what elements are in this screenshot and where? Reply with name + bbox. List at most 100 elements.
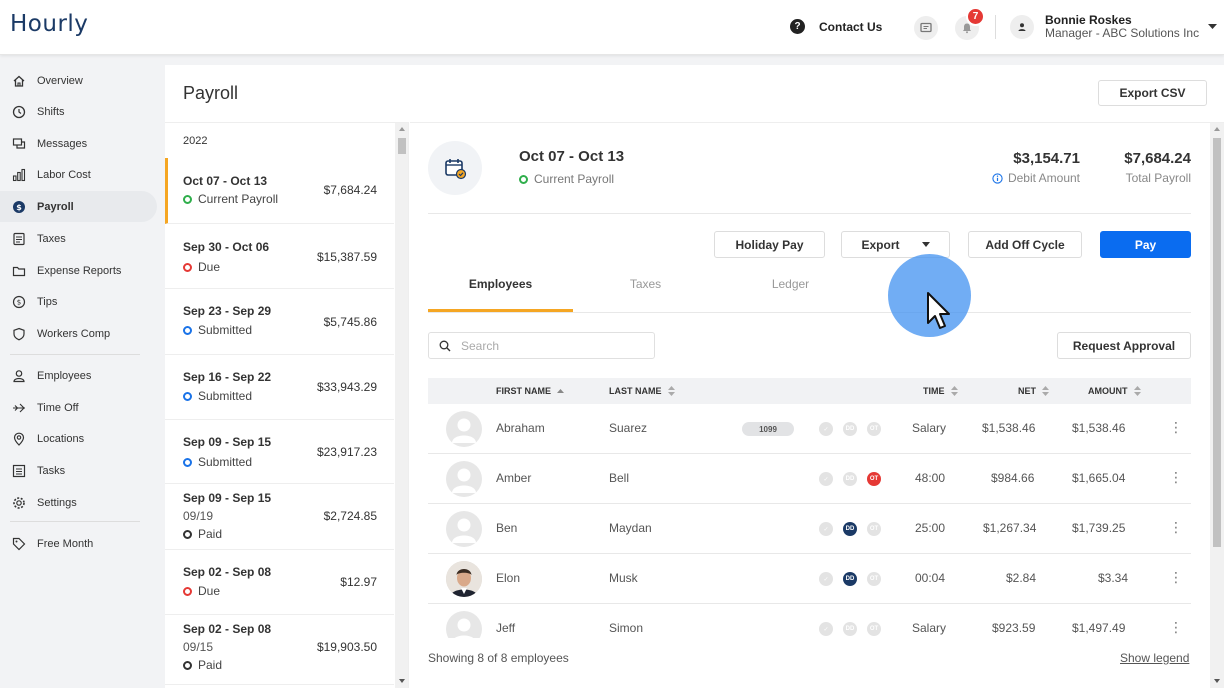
status-dot-icon <box>183 325 192 335</box>
ot-badge-icon: OT <box>867 522 881 536</box>
detail-scroll-thumb[interactable] <box>1213 138 1221 547</box>
pay-period-item[interactable]: Sep 09 - Sep 15 09/19 Paid $2,724.85 <box>165 484 394 550</box>
pay-period-item[interactable]: Sep 02 - Sep 08 Due $12.97 <box>165 550 394 615</box>
table-row[interactable]: Ben Maydan ✓ DD OT 25:00 $1,267.34 $1,73… <box>428 504 1191 554</box>
row-more-icon[interactable]: ⋮ <box>1169 420 1183 434</box>
sidebar-item-payroll[interactable]: $ Payroll <box>0 191 157 222</box>
show-legend-link[interactable]: Show legend <box>1120 651 1189 665</box>
ot-badge-icon: OT <box>867 472 881 486</box>
amount-cell: $1,538.46 <box>1072 421 1126 435</box>
check-badge-icon: ✓ <box>819 572 833 586</box>
pay-period-item[interactable]: Sep 30 - Oct 06 Due $15,387.59 <box>165 224 394 289</box>
row-more-icon[interactable]: ⋮ <box>1169 570 1183 584</box>
pay-period-item[interactable]: Sep 16 - Sep 22 Submitted $33,943.29 <box>165 355 394 420</box>
messages-icon[interactable] <box>914 16 938 40</box>
add-off-cycle-button[interactable]: Add Off Cycle <box>968 231 1082 258</box>
total-payroll-label: Total Payroll <box>1125 171 1191 185</box>
tabs-divider <box>428 312 1191 313</box>
status-dot-icon <box>183 660 192 670</box>
detail-scrollbar[interactable] <box>1210 123 1224 688</box>
total-payroll-amount: $7,684.24 <box>1124 150 1191 167</box>
table-row[interactable]: Elon Musk ✓ DD OT 00:04 $2.84 $3.34 ⋮ <box>428 554 1191 604</box>
row-more-icon[interactable]: ⋮ <box>1169 470 1183 484</box>
amount-cell: $1,665.04 <box>1072 471 1126 485</box>
sidebar-item-label: Payroll <box>37 200 74 213</box>
tab-ledger[interactable]: Ledger <box>718 277 863 291</box>
amount-cell: $1,739.25 <box>1072 521 1126 535</box>
table-row[interactable]: Jeff Simon ✓ DD OT Salary $923.59 $1,497… <box>428 604 1191 638</box>
shield-icon <box>11 326 27 342</box>
sidebar-item-time-off[interactable]: Time Off <box>0 392 157 423</box>
request-approval-button[interactable]: Request Approval <box>1057 332 1191 359</box>
period-amount: $33,943.29 <box>316 380 377 394</box>
scroll-down-icon[interactable] <box>399 679 405 683</box>
scroll-up-icon[interactable] <box>1214 127 1220 131</box>
period-status: Paid <box>183 527 222 541</box>
scroll-down-icon[interactable] <box>1214 679 1220 683</box>
sidebar-item-label: Labor Cost <box>37 168 91 181</box>
user-menu[interactable]: Bonnie Roskes Manager - ABC Solutions In… <box>1010 14 1199 40</box>
sidebar-item-employees[interactable]: Employees <box>0 360 157 391</box>
period-range: Sep 02 - Sep 08 <box>183 565 272 579</box>
period-range: Sep 09 - Sep 15 <box>183 491 272 505</box>
column-amount[interactable]: AMOUNT <box>1088 386 1141 396</box>
export-csv-button[interactable]: Export CSV <box>1098 80 1207 106</box>
sidebar-item-tasks[interactable]: Tasks <box>0 455 157 486</box>
amount-cell: $3.34 <box>1098 571 1129 585</box>
column-last-name[interactable]: LAST NAME <box>609 386 675 396</box>
table-row[interactable]: Amber Bell ✓ DD OT 48:00 $984.66 $1,665.… <box>428 454 1191 504</box>
holiday-pay-button[interactable]: Holiday Pay <box>714 231 825 258</box>
sidebar-item-free-month[interactable]: Free Month <box>0 528 157 559</box>
person-icon <box>11 368 27 384</box>
column-first-name[interactable]: FIRST NAME <box>496 386 564 396</box>
pay-period-item[interactable]: Oct 07 - Oct 13 Current Payroll $7,684.2… <box>165 158 394 224</box>
sidebar-item-label: Expense Reports <box>37 264 122 277</box>
sidebar-item-label: Shifts <box>37 105 65 118</box>
row-more-icon[interactable]: ⋮ <box>1169 620 1183 634</box>
status-dot-icon <box>183 194 192 204</box>
sidebar-item-settings[interactable]: Settings <box>0 487 157 518</box>
sidebar-item-workers-comp[interactable]: Workers Comp <box>0 318 157 349</box>
sidebar-item-taxes[interactable]: Taxes <box>0 223 157 254</box>
chevron-down-icon[interactable] <box>1208 24 1217 30</box>
column-time[interactable]: TIME <box>923 386 958 396</box>
sidebar-item-expense-reports[interactable]: Expense Reports <box>0 255 157 286</box>
pay-period-item[interactable]: Sep 09 - Sep 15 Submitted $23,917.23 <box>165 420 394 484</box>
list-icon <box>11 463 27 479</box>
sidebar-divider <box>10 354 140 355</box>
contractor-1099-badge: 1099 <box>742 422 794 436</box>
sidebar-item-labor-cost[interactable]: Labor Cost <box>0 159 157 190</box>
payroll-detail: Oct 07 - Oct 13 Current Payroll $3,154.7… <box>410 122 1224 688</box>
row-more-icon[interactable]: ⋮ <box>1169 520 1183 534</box>
pay-period-item[interactable]: Sep 02 - Sep 08 09/15 Paid $19,903.50 <box>165 615 394 685</box>
sidebar-item-shifts[interactable]: Shifts <box>0 96 157 127</box>
period-status: Submitted <box>183 323 252 337</box>
employee-search[interactable] <box>428 332 655 359</box>
check-badge-icon: ✓ <box>819 622 833 636</box>
sidebar-item-label: Tasks <box>37 464 66 477</box>
tab-employees[interactable]: Employees <box>428 277 573 291</box>
search-icon <box>439 340 451 351</box>
info-icon[interactable] <box>992 172 1003 184</box>
column-net[interactable]: NET <box>1018 386 1049 396</box>
sidebar-item-label: Settings <box>37 496 77 509</box>
pay-period-item[interactable]: Sep 23 - Sep 29 Submitted $5,745.86 <box>165 289 394 355</box>
svg-text:$: $ <box>16 203 22 212</box>
sidebar-item-messages[interactable]: Messages <box>0 128 157 159</box>
sort-icon <box>950 386 958 396</box>
table-row[interactable]: Abraham Suarez 1099 ✓ DD OT Salary $1,53… <box>428 404 1191 454</box>
contact-us-button[interactable]: ? Contact Us <box>790 19 882 34</box>
period-list-scroll-thumb[interactable] <box>398 138 406 154</box>
sidebar-item-locations[interactable]: Locations <box>0 423 157 454</box>
calendar-icon <box>428 141 482 195</box>
scroll-up-icon[interactable] <box>399 127 405 131</box>
sidebar-item-overview[interactable]: Overview <box>0 65 157 96</box>
sidebar-item-tips[interactable]: $ Tips <box>0 286 157 317</box>
sidebar-item-label: Free Month <box>37 537 94 550</box>
search-input[interactable] <box>461 338 631 353</box>
period-range: Sep 16 - Sep 22 <box>183 370 272 384</box>
pay-button[interactable]: Pay <box>1100 231 1191 258</box>
app-logo[interactable]: Hourly <box>10 11 88 37</box>
period-list-scrollbar[interactable] <box>395 123 408 688</box>
tab-taxes[interactable]: Taxes <box>573 277 718 291</box>
